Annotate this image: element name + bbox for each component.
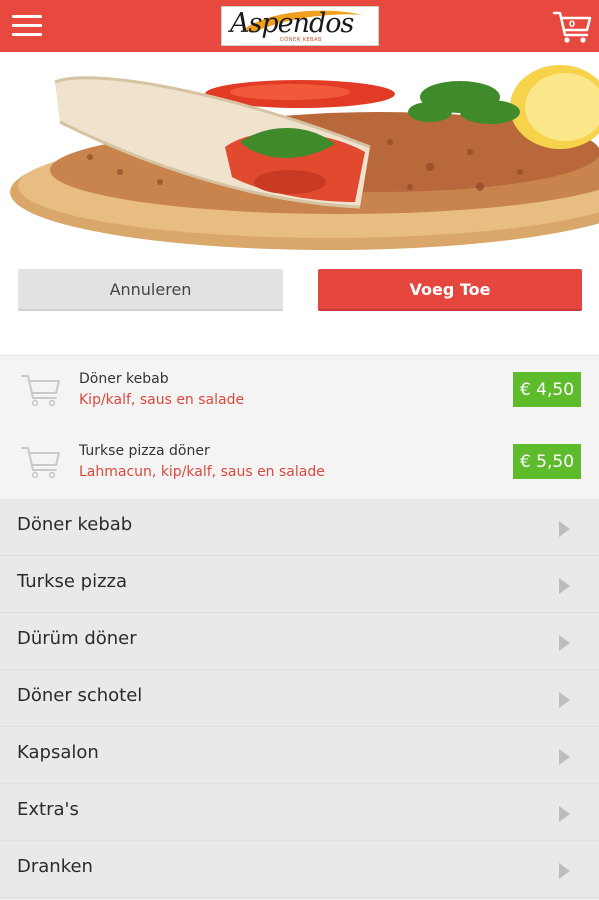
- category-label: Dranken: [17, 856, 93, 877]
- category-row-durum-doner[interactable]: Dürüm döner: [0, 613, 599, 670]
- cart-item[interactable]: Turkse pizza döner Lahmacun, kip/kalf, s…: [0, 428, 599, 500]
- logo: Aspendos DÖNER KEBAB: [221, 6, 379, 46]
- chevron-right-icon: [559, 635, 570, 651]
- cart-count-badge: 0: [568, 20, 576, 30]
- chevron-right-icon: [559, 578, 570, 594]
- cart-icon: [21, 447, 60, 479]
- category-row-extras[interactable]: Extra's: [0, 784, 599, 841]
- chevron-right-icon: [559, 806, 570, 822]
- cart-button[interactable]: 0: [552, 8, 592, 44]
- item-description: Kip/kalf, saus en salade: [79, 392, 245, 408]
- category-label: Kapsalon: [17, 742, 99, 763]
- menu-line: [12, 33, 42, 36]
- menu-line: [12, 24, 42, 27]
- chevron-right-icon: [559, 863, 570, 879]
- item-name: Turkse pizza döner: [79, 443, 210, 459]
- add-button[interactable]: Voeg Toe: [318, 269, 582, 311]
- logo-subtext: DÖNER KEBAB: [280, 37, 322, 43]
- category-label: Döner kebab: [17, 514, 133, 535]
- top-bar: Aspendos DÖNER KEBAB 0: [0, 0, 599, 52]
- cart-icon: [21, 375, 60, 407]
- hero-food-image: [0, 52, 599, 262]
- category-row-doner-kebab[interactable]: Döner kebab: [0, 499, 599, 556]
- category-label: Dürüm döner: [17, 628, 137, 649]
- cart-item-list: Döner kebab Kip/kalf, saus en salade € 4…: [0, 355, 599, 499]
- category-list: Döner kebab Turkse pizza Dürüm döner Dön…: [0, 499, 599, 900]
- price-badge[interactable]: € 5,50: [513, 444, 581, 479]
- chevron-right-icon: [559, 692, 570, 708]
- food-illustration: [10, 65, 599, 250]
- category-label: Turkse pizza: [17, 571, 128, 592]
- hamburger-menu-icon[interactable]: [12, 12, 42, 38]
- logo-text: Aspendos: [230, 8, 354, 39]
- category-row-dranken[interactable]: Dranken: [0, 841, 599, 898]
- cart-item[interactable]: Döner kebab Kip/kalf, saus en salade € 4…: [0, 356, 599, 428]
- price-badge[interactable]: € 4,50: [513, 372, 581, 407]
- category-row-doner-schotel[interactable]: Döner schotel: [0, 670, 599, 727]
- category-row-kapsalon[interactable]: Kapsalon: [0, 727, 599, 784]
- chevron-right-icon: [559, 749, 570, 765]
- cancel-button[interactable]: Annuleren: [18, 269, 283, 311]
- category-label: Döner schotel: [17, 685, 143, 706]
- item-description: Lahmacun, kip/kalf, saus en salade: [79, 464, 325, 480]
- item-name: Döner kebab: [79, 371, 169, 387]
- category-row-turkse-pizza[interactable]: Turkse pizza: [0, 556, 599, 613]
- chevron-right-icon: [559, 521, 570, 537]
- category-label: Extra's: [17, 799, 79, 820]
- menu-line: [12, 15, 42, 18]
